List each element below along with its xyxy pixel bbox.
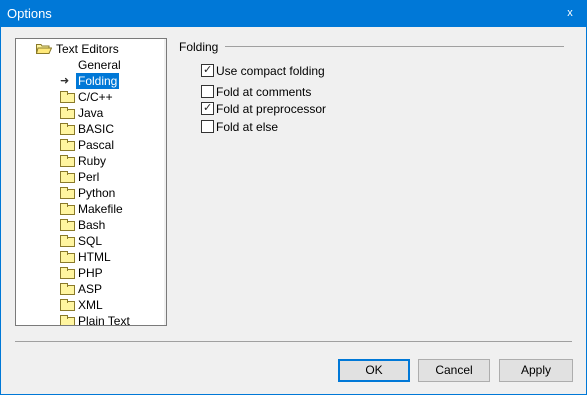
tree-item-label: Plain Text — [78, 314, 130, 326]
tree-item-label: C/C++ — [78, 90, 113, 104]
category-tree[interactable]: Text Editors General ➜ Folding C/C++ Jav… — [15, 38, 167, 326]
fold-at-else-checkbox[interactable] — [201, 120, 214, 133]
fold-at-preprocessor-label[interactable]: Fold at preprocessor — [216, 102, 326, 116]
scroll-up-icon[interactable]: ^ — [164, 39, 166, 56]
tree-item-label: Perl — [78, 170, 100, 184]
title-bar[interactable]: Options x — [1, 1, 586, 27]
folder-icon — [60, 155, 75, 167]
apply-button[interactable]: Apply — [499, 359, 573, 382]
tree-item-label: XML — [78, 298, 103, 312]
folder-icon — [60, 123, 75, 135]
folder-icon — [60, 315, 75, 325]
ok-button[interactable]: OK — [338, 359, 410, 382]
open-folder-icon — [36, 44, 52, 54]
tree-item-label: Ruby — [78, 154, 107, 168]
fold-at-else-label[interactable]: Fold at else — [216, 120, 278, 134]
folder-icon — [60, 91, 75, 103]
folder-icon — [60, 187, 75, 199]
tree-item-label: Pascal — [78, 138, 115, 152]
tree-item-general[interactable]: General — [78, 57, 121, 73]
group-divider — [225, 46, 564, 47]
arrow-icon: ➜ — [60, 75, 70, 87]
folding-group-title: Folding — [179, 40, 219, 54]
tree-scrollbar[interactable]: ^ ⌄ — [164, 39, 167, 325]
folder-icon — [60, 203, 75, 215]
footer-divider — [15, 341, 572, 342]
use-compact-folding-label[interactable]: Use compact folding — [216, 64, 325, 78]
tree-item-label: SQL — [78, 234, 103, 248]
tree-item-label: General — [78, 58, 121, 72]
folder-icon — [60, 251, 75, 263]
fold-at-comments-checkbox[interactable] — [201, 85, 214, 98]
tree-item-label: Text Editors — [56, 42, 119, 56]
fold-at-comments-label[interactable]: Fold at comments — [216, 85, 311, 99]
tree-item-label: Python — [78, 186, 116, 200]
folder-icon — [60, 299, 75, 311]
tree-item-label: PHP — [78, 266, 103, 280]
tree-item-label: ASP — [78, 282, 103, 296]
tree-item-label: Java — [78, 106, 104, 120]
tree-item-label: HTML — [78, 250, 111, 264]
folder-icon — [60, 235, 75, 247]
scroll-down-icon[interactable]: ⌄ — [164, 308, 166, 325]
folder-icon — [60, 219, 75, 231]
use-compact-folding-checkbox[interactable] — [201, 63, 214, 77]
folder-icon — [60, 171, 75, 183]
tree-item-label: Makefile — [78, 202, 123, 216]
tree-item-label: Bash — [78, 218, 106, 232]
cancel-button[interactable]: Cancel — [418, 359, 490, 382]
tree-item-label: BASIC — [78, 122, 115, 136]
tree-item-label: Folding — [76, 73, 120, 89]
folder-icon — [60, 139, 75, 151]
window-title: Options — [7, 6, 52, 21]
folder-icon — [60, 267, 75, 279]
scroll-thumb[interactable] — [166, 113, 167, 271]
folder-icon — [60, 283, 75, 295]
fold-at-preprocessor-checkbox[interactable] — [201, 101, 214, 115]
folder-icon — [60, 107, 75, 119]
options-dialog: Options x Text Editors General ➜ Folding… — [0, 0, 587, 395]
close-button[interactable]: x — [562, 6, 578, 21]
